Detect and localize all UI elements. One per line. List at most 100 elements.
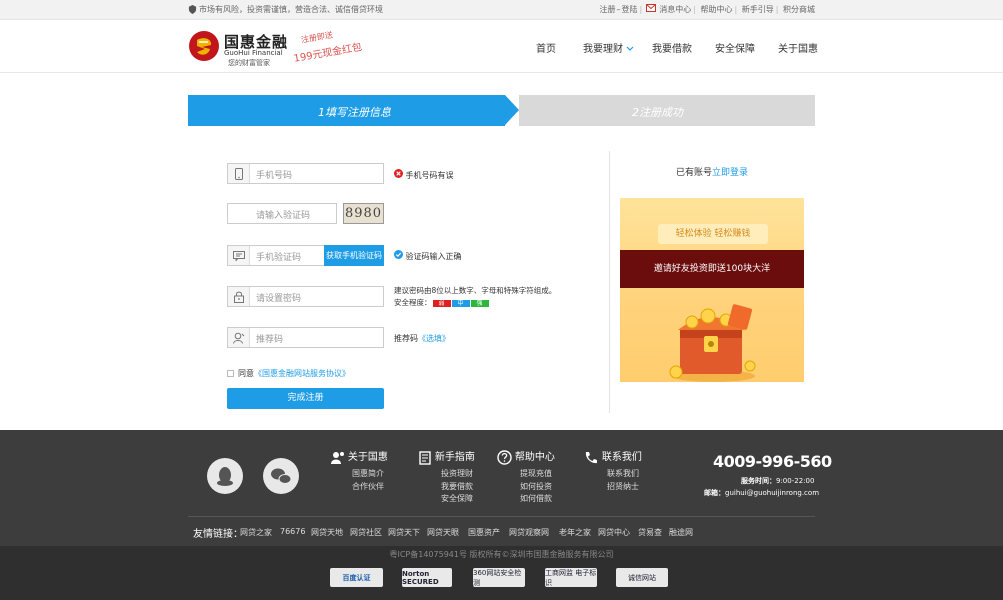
sms-ok-message: 验证码输入正确 xyxy=(394,250,462,262)
baidu-verified-badge[interactable]: 百度认证 xyxy=(330,568,383,587)
ad-banner-text: 邀请好友投资即送100块大洋 xyxy=(620,250,804,288)
login-prompt: 已有账号立即登录 xyxy=(675,168,749,178)
top-links: 注册–登陆 | 消息中心 | 帮助中心 | 新手引导 | 积分商城 xyxy=(599,4,815,14)
ad-tagline: 轻松体验 轻松赚钱 xyxy=(658,224,768,244)
friend-link[interactable]: 76676 xyxy=(280,527,305,536)
footer-link[interactable]: 联系我们 xyxy=(607,468,639,481)
footer-contact-title: 联系我们 xyxy=(601,452,642,463)
footer-contact-section: 联系我们 xyxy=(584,448,642,465)
register-link[interactable]: 注册 xyxy=(599,5,615,14)
footer-help-title: 帮助中心 xyxy=(514,452,555,463)
friend-link[interactable]: 贷易查 xyxy=(638,527,662,538)
friend-link[interactable]: 老年之家 xyxy=(559,527,591,538)
wechat-icon[interactable] xyxy=(263,458,299,494)
footer-link[interactable]: 国惠简介 xyxy=(352,468,384,481)
friend-link[interactable]: 网贷之家 xyxy=(240,527,272,538)
footer-link[interactable]: 我要借款 xyxy=(441,481,473,494)
password-strength: 安全程度：弱中强 xyxy=(394,298,490,307)
nav-about[interactable]: 关于国惠 xyxy=(778,40,818,55)
footer-link[interactable]: 如何借款 xyxy=(520,493,552,506)
captcha-image[interactable]: 8980 xyxy=(343,203,384,224)
footer-link[interactable]: 安全保障 xyxy=(441,493,473,506)
logo-icon[interactable] xyxy=(188,30,220,62)
chevron-down-icon xyxy=(626,46,634,51)
nav-borrow[interactable]: 我要借款 xyxy=(652,40,692,55)
friend-link[interactable]: 网贷天眼 xyxy=(427,527,459,538)
step-arrow xyxy=(505,95,519,125)
user-icon xyxy=(228,328,250,347)
footer-about-section: 关于国惠 xyxy=(331,448,388,465)
phone-field[interactable]: 手机号码 xyxy=(227,163,384,184)
footer-link[interactable]: 合作伙伴 xyxy=(352,481,384,494)
copyright-text: 粤ICP备14075941号 版权所有©深圳市国惠金融服务有限公司 xyxy=(389,550,614,559)
friend-links-label: 友情链接： xyxy=(193,529,243,540)
friend-link[interactable]: 网贷社区 xyxy=(350,527,382,538)
friend-link[interactable]: 网贷天地 xyxy=(311,527,343,538)
footer-about-links: 国惠简介 合作伙伴 xyxy=(352,468,384,493)
hotline-number: 4009-996-560 xyxy=(713,452,832,471)
logo-slogan: 您的财富管家 xyxy=(228,59,270,67)
points-mall-link[interactable]: 积分商城 xyxy=(783,5,815,14)
help-center-link[interactable]: 帮助中心 xyxy=(701,5,733,14)
password-placeholder: 请设置密码 xyxy=(256,294,302,304)
captcha-placeholder: 请输入验证码 xyxy=(256,211,311,221)
message-center-link[interactable]: 消息中心 xyxy=(659,5,691,14)
sms-placeholder: 手机验证码 xyxy=(256,253,302,263)
qq-icon[interactable] xyxy=(207,458,243,494)
footer-guide-title: 新手指南 xyxy=(434,452,475,463)
captcha-field[interactable]: 请输入验证码 xyxy=(227,203,337,224)
password-hint: 建议密码由8位以上数字、字母和特殊字符组成。 xyxy=(394,286,557,295)
footer-link[interactable]: 提现充值 xyxy=(520,468,552,481)
friend-link[interactable]: 网贷中心 xyxy=(598,527,630,538)
people-icon xyxy=(331,451,344,464)
friend-link[interactable]: 网贷天下 xyxy=(388,527,420,538)
invite-ad-banner[interactable]: 轻松体验 轻松赚钱 邀请好友投资即送100块大洋 xyxy=(620,198,804,382)
treasure-chest-icon xyxy=(669,304,756,382)
strength-medium: 中 xyxy=(451,300,470,307)
logo-subtitle: GuoHui Financial xyxy=(224,49,283,57)
password-field[interactable]: 请设置密码 xyxy=(227,286,384,307)
footer: 关于国惠 国惠简介 合作伙伴 新手指南 投资理财 我要借款 安全保障 帮助中心 … xyxy=(0,430,1003,546)
business-license-badge[interactable]: 工商网监 电子标识 xyxy=(545,568,597,587)
contact-email: 邮箱：guihui@guohuijinrong.com xyxy=(704,489,820,497)
footer-link[interactable]: 如何投资 xyxy=(520,481,552,494)
friend-link[interactable]: 网贷观察网 xyxy=(509,527,549,538)
nav-home[interactable]: 首页 xyxy=(536,40,556,55)
norton-badge[interactable]: Norton SECURED xyxy=(402,568,452,587)
get-sms-code-button[interactable]: 获取手机验证码 xyxy=(324,245,384,266)
footer-link[interactable]: 招贤纳士 xyxy=(607,481,639,494)
strength-strong: 强 xyxy=(470,300,489,307)
divider xyxy=(609,151,610,413)
error-icon xyxy=(394,169,403,178)
footer-guide-section: 新手指南 xyxy=(418,448,475,465)
strength-weak: 弱 xyxy=(432,300,451,307)
nav-invest[interactable]: 我要理财 xyxy=(583,40,634,55)
sms-code-field[interactable]: 手机验证码 xyxy=(227,245,325,266)
agreement-link[interactable]: 《国惠金融网站服务协议》 xyxy=(254,369,350,378)
message-icon xyxy=(228,246,250,265)
friend-link[interactable]: 国惠资产 xyxy=(468,527,500,538)
step1-label: 1填写注册信息 xyxy=(318,106,391,119)
login-link-sidebar[interactable]: 立即登录 xyxy=(712,168,748,178)
phone-call-icon xyxy=(585,451,597,463)
service-hours: 服务时间：9:00-22:00 xyxy=(741,477,815,485)
submit-button[interactable]: 完成注册 xyxy=(227,388,384,409)
agree-checkbox[interactable] xyxy=(227,370,234,377)
progress-steps: 1填写注册信息 2注册成功 xyxy=(188,95,815,126)
referrer-placeholder: 推荐码 xyxy=(256,335,284,345)
nav-security[interactable]: 安全保障 xyxy=(715,40,755,55)
friend-link[interactable]: 融途网 xyxy=(669,527,693,538)
top-bar: 市场有风险，投资需谨慎，营造合法、诚信借贷环境 注册–登陆 | 消息中心 | 帮助中… xyxy=(0,0,1003,20)
360-security-badge[interactable]: 360网站安全检测 xyxy=(473,568,525,587)
agreement: 同意《国惠金融网站服务协议》 xyxy=(227,368,350,379)
beginner-guide-link[interactable]: 新手引导 xyxy=(742,5,774,14)
footer-link[interactable]: 投资理财 xyxy=(441,468,473,481)
credit-site-badge[interactable]: 诚信网站 xyxy=(616,568,668,587)
mail-icon xyxy=(645,4,656,12)
footer-help-links: 提现充值 如何投资 如何借款 xyxy=(520,468,552,506)
phone-error: 手机号码有误 xyxy=(394,169,454,181)
login-link[interactable]: 登陆 xyxy=(621,5,637,14)
referrer-field[interactable]: 推荐码 xyxy=(227,327,384,348)
step2-label: 2注册成功 xyxy=(632,106,683,119)
question-icon xyxy=(497,450,512,465)
